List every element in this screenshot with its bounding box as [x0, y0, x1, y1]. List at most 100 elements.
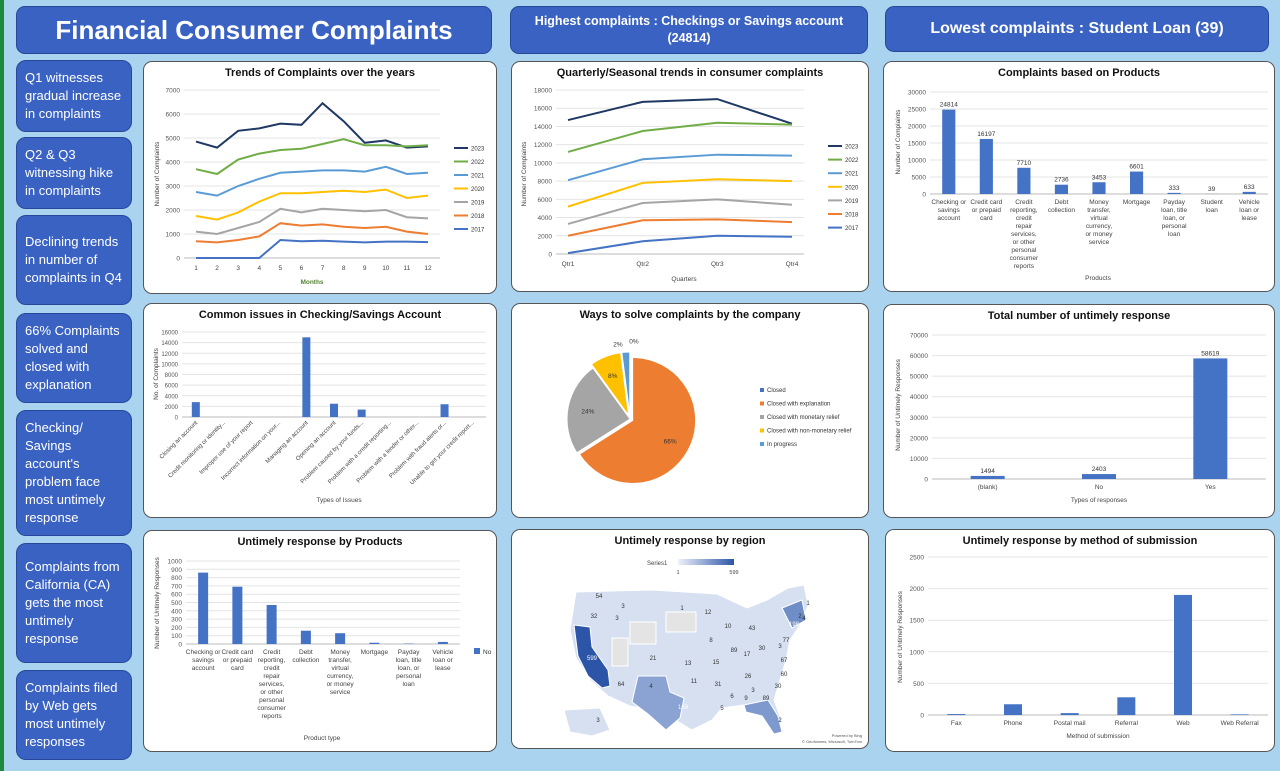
legend-swatch — [474, 648, 480, 654]
quarterly-panel: Quarterly/Seasonal trends in consumer co… — [511, 61, 869, 292]
x-axis-title: Types of Issues — [316, 497, 362, 504]
state-value-label: 67 — [781, 658, 788, 664]
state-value-label: 599 — [587, 656, 598, 662]
map-legend-bar — [678, 559, 734, 565]
bar-3 — [300, 630, 311, 644]
x-tick-label: or other — [260, 689, 283, 696]
state-value-label: 30 — [775, 684, 782, 690]
x-tick-label: 8 — [342, 265, 346, 272]
data-label: 24814 — [940, 102, 958, 109]
y-tick-label: 12000 — [534, 142, 552, 149]
x-axis-title: Method of submission — [1066, 733, 1130, 740]
legend-label: Closed with monetary relief — [767, 415, 840, 421]
state-value-label: 54 — [596, 594, 603, 600]
x-tick-label: Fax — [951, 720, 963, 727]
issues-panel: Common issues in Checking/Savings Accoun… — [143, 303, 497, 518]
map-credit: Powered by Bing — [832, 733, 862, 738]
x-tick-label: Yes — [1205, 484, 1216, 491]
y-tick-label: 2000 — [910, 586, 925, 593]
quarterly-chart: 0 2000 4000 6000 8000 10000 12000 14000 16000 180… — [521, 88, 859, 284]
bar-4 — [335, 633, 346, 644]
legend-label: Closed — [767, 388, 786, 394]
y-tick-label: 60000 — [910, 353, 928, 360]
series-line-2017 — [567, 234, 793, 255]
x-tick-label: currency, — [327, 673, 353, 680]
y-tick-label: 5000 — [166, 136, 181, 143]
x-tick-label: service — [1089, 239, 1110, 246]
data-label: 1494 — [980, 468, 995, 475]
y-tick-label: 4000 — [538, 215, 553, 222]
bar-5 — [1230, 714, 1249, 715]
x-tick-label: reporting, — [258, 657, 286, 664]
data-label: 39 — [1208, 186, 1216, 193]
x-tick-label: Vehicle — [1239, 199, 1260, 206]
x-tick-label: Qtr4 — [786, 261, 799, 268]
x-tick-label: account — [192, 665, 215, 672]
legend-label: 2021 — [845, 172, 859, 178]
x-tick-label: or other — [1013, 239, 1036, 246]
insight-california: Complaints from California (CA) gets the… — [16, 543, 132, 663]
y-tick-label: 10000 — [161, 362, 178, 368]
y-tick-label: 20000 — [908, 124, 926, 131]
y-tick-label: 500 — [171, 600, 182, 607]
x-tick-label: Incorrect information on your... — [221, 420, 283, 482]
x-tick-label: Money — [330, 649, 350, 656]
state-value-label: 32 — [591, 614, 598, 620]
y-tick-label: 7000 — [166, 88, 181, 95]
x-tick-label: services, — [259, 681, 285, 688]
x-tick-label: Unable to get your credit report... — [409, 420, 475, 486]
y-tick-label: 200 — [171, 625, 182, 632]
data-label: 3453 — [1092, 174, 1107, 181]
x-tick-label: loan or — [1239, 207, 1260, 214]
state-value-label: 89 — [731, 648, 738, 654]
legend-label: 2018 — [471, 214, 485, 220]
series-line-2023 — [195, 101, 429, 149]
x-tick-label: Problem with fraud alerts or... — [389, 420, 449, 480]
x-tick-label: 6 — [300, 265, 304, 272]
y-tick-label: 700 — [171, 583, 182, 590]
x-tick-label: Payday — [398, 649, 420, 656]
x-tick-label: Debt — [299, 649, 313, 656]
x-tick-label: 4 — [257, 265, 261, 272]
y-tick-label: 5000 — [912, 175, 927, 182]
bar-2 — [266, 604, 277, 644]
x-tick-label: 9 — [363, 265, 367, 272]
series-line-2019 — [195, 207, 429, 236]
state-value-label: 31 — [715, 682, 722, 688]
x-tick-label: 7 — [321, 265, 325, 272]
bar-0 — [942, 109, 956, 194]
data-label: 24% — [581, 408, 594, 415]
series-line-2017 — [196, 238, 429, 259]
bar-0 — [947, 714, 966, 715]
insight-resolution: 66% Complaints solved and closed with ex… — [16, 313, 132, 403]
x-tick-label: loan, title — [396, 657, 422, 664]
data-label: 6601 — [1129, 164, 1144, 171]
map-legend-series: Series1 — [647, 561, 668, 567]
data-label: 16197 — [977, 131, 995, 138]
dashboard-title: Financial Consumer Complaints — [16, 6, 492, 54]
y-tick-label: 0 — [548, 252, 552, 259]
state-value-label: 64 — [618, 682, 625, 688]
x-tick-label: (blank) — [978, 484, 998, 491]
y-tick-label: 2000 — [166, 208, 181, 215]
legend-label: 2020 — [471, 187, 485, 193]
y-tick-label: 6000 — [166, 112, 181, 119]
data-label: 2% — [613, 342, 623, 349]
y-tick-label: 12000 — [161, 352, 178, 358]
x-tick-label: loan — [1168, 231, 1181, 238]
x-tick-label: virtual — [331, 665, 349, 672]
legend-label: 2017 — [845, 226, 859, 232]
products-panel: Complaints based on Products 0 5000 10000 1… — [883, 61, 1275, 292]
x-tick-label: 1 — [194, 265, 198, 272]
legend-label: Closed with non-monetary relief — [767, 429, 852, 435]
untimely-products-chart: 0 100200300 400500600 7008009001000 Checking… — [154, 556, 492, 742]
y-axis-title: Number of Untimely Responses — [154, 556, 161, 649]
x-tick-label: lease — [1241, 215, 1257, 222]
x-tick-label: repair — [1016, 223, 1033, 230]
legend-label: In progress — [767, 442, 797, 448]
untimely-chart: 0 10000 20000 30000 40000 50000 60000 70000 1494… — [895, 333, 1266, 504]
bar-4 — [302, 337, 311, 417]
x-tick-label: currency, — [1086, 223, 1112, 230]
bar-2 — [1017, 167, 1031, 194]
y-tick-label: 0 — [924, 477, 928, 484]
